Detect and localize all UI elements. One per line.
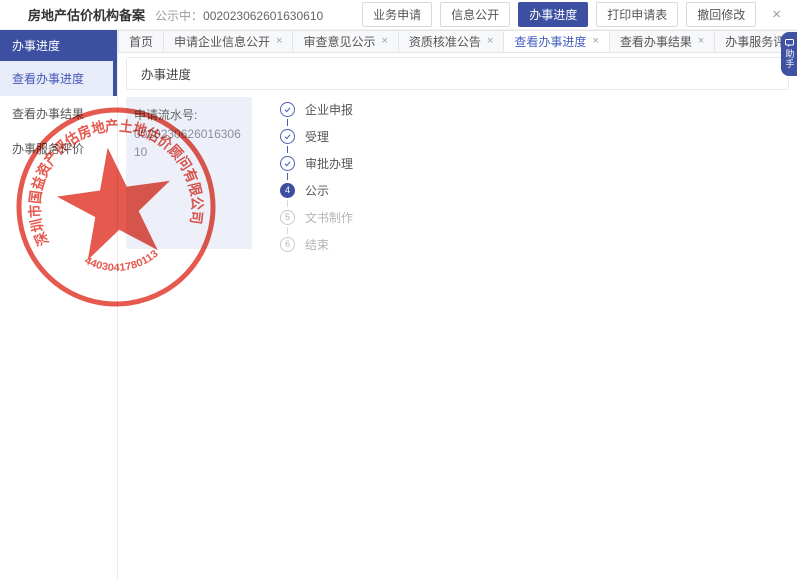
step-connector (287, 173, 288, 180)
tab-close-icon[interactable]: × (276, 36, 282, 47)
step-label: 公示 (305, 182, 329, 199)
tab-review-opinion[interactable]: 审查意见公示 × (292, 30, 398, 52)
tab-view-result[interactable]: 查看办事结果 × (609, 30, 715, 52)
header-actions: 业务申请 信息公开 办事进度 打印申请表 撤回修改 × (362, 2, 797, 27)
info-disclosure-button[interactable]: 信息公开 (440, 2, 510, 27)
step-label: 文书制作 (305, 209, 353, 226)
step-connector (287, 146, 288, 153)
tab-close-icon[interactable]: × (487, 36, 493, 47)
progress-stepper: 企业申报 受理 审批办理 4 (280, 97, 353, 252)
serial-label: 申请流水号: (134, 106, 244, 125)
serial-number-panel: 申请流水号: 002023062601630610 (126, 97, 252, 249)
step-enterprise-declare: 企业申报 (280, 101, 353, 117)
step-connector (287, 200, 288, 207)
sidebar: 办事进度 查看办事进度 查看办事结果 办事服务评价 (0, 30, 118, 580)
tab-close-icon[interactable]: × (592, 36, 598, 47)
assistant-label: 助手 (785, 49, 794, 69)
step-check-icon (280, 156, 295, 171)
main-area: 首页 申请企业信息公开 × 审查意见公示 × 资质核准公告 × 查看办事进度 ×… (118, 30, 797, 580)
status-serial-number: 002023062601630610 (203, 9, 323, 23)
chat-icon (785, 39, 794, 47)
serial-value: 002023062601630610 (134, 125, 244, 162)
step-connector (287, 227, 288, 234)
step-finish: 6 结束 (280, 236, 353, 252)
step-label: 受理 (305, 128, 329, 145)
close-icon[interactable]: × (772, 7, 781, 22)
sidebar-item-view-progress[interactable]: 查看办事进度 (0, 61, 117, 96)
sidebar-item-service-rating[interactable]: 办事服务评价 (0, 131, 117, 166)
step-check-icon (280, 129, 295, 144)
step-number: 4 (280, 183, 295, 198)
step-publicity: 4 公示 (280, 182, 353, 198)
step-accepted: 受理 (280, 128, 353, 144)
content-panel-title: 办事进度 (126, 57, 789, 90)
withdraw-modify-button[interactable]: 撤回修改 (686, 2, 756, 27)
page-title: 房地产估价机构备案 (28, 5, 145, 24)
step-check-icon (280, 102, 295, 117)
app-window: 房地产估价机构备案 公示中： 002023062601630610 业务申请 信… (0, 0, 797, 580)
top-header: 房地产估价机构备案 公示中： 002023062601630610 业务申请 信… (0, 0, 797, 30)
print-application-button[interactable]: 打印申请表 (596, 2, 678, 27)
content-body: 申请流水号: 002023062601630610 企业申报 受理 (118, 90, 797, 252)
tab-qualification-notice[interactable]: 资质核准公告 × (398, 30, 504, 52)
sidebar-item-view-result[interactable]: 查看办事结果 (0, 96, 117, 131)
progress-button[interactable]: 办事进度 (518, 2, 588, 27)
tab-label: 申请企业信息公开 (174, 33, 270, 50)
step-label: 审批办理 (305, 155, 353, 172)
status-label: 公示中： (155, 7, 203, 24)
tab-label: 查看办事进度 (514, 33, 586, 50)
business-apply-button[interactable]: 业务申请 (362, 2, 432, 27)
tab-label: 资质核准公告 (409, 33, 481, 50)
tab-bar: 首页 申请企业信息公开 × 审查意见公示 × 资质核准公告 × 查看办事进度 ×… (118, 30, 797, 53)
tab-label: 首页 (129, 33, 153, 50)
tab-label: 查看办事结果 (620, 33, 692, 50)
sidebar-title: 办事进度 (0, 30, 117, 61)
tab-close-icon[interactable]: × (381, 36, 387, 47)
step-document-making: 5 文书制作 (280, 209, 353, 225)
step-label: 企业申报 (305, 101, 353, 118)
header-left: 房地产估价机构备案 公示中： 002023062601630610 (0, 5, 323, 24)
tab-company-info[interactable]: 申请企业信息公开 × (163, 30, 293, 52)
tab-view-progress[interactable]: 查看办事进度 × (503, 30, 609, 52)
tab-home[interactable]: 首页 (118, 30, 164, 52)
assistant-button[interactable]: 助手 (781, 32, 797, 76)
step-number: 6 (280, 237, 295, 252)
step-approval: 审批办理 (280, 155, 353, 171)
step-connector (287, 119, 288, 126)
step-label: 结束 (305, 236, 329, 253)
tab-label: 审查意见公示 (303, 33, 375, 50)
tab-close-icon[interactable]: × (698, 36, 704, 47)
step-number: 5 (280, 210, 295, 225)
